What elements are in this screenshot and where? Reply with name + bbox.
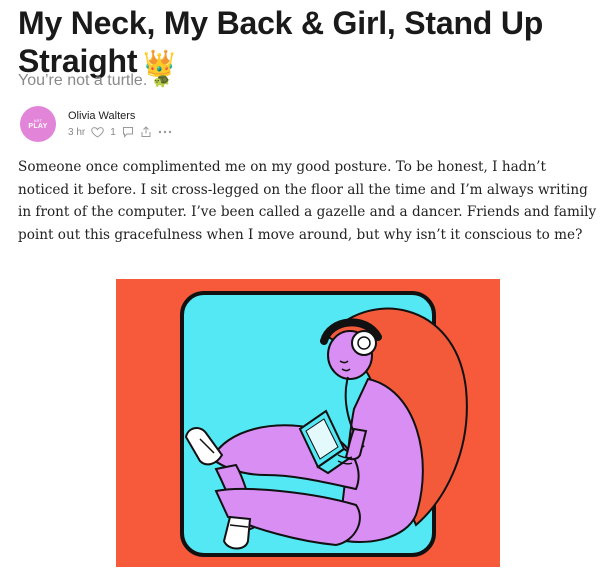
comment-icon	[122, 127, 133, 138]
turtle-emoji: 🐢	[153, 72, 171, 88]
heart-icon	[91, 126, 105, 138]
avatar-main-text: PLAY	[28, 122, 48, 130]
article-subtitle-text: You’re not a turtle.	[18, 72, 148, 89]
article-subtitle: You’re not a turtle. 🐢	[18, 72, 171, 90]
like-count: 1	[110, 126, 116, 138]
comment-button[interactable]	[122, 126, 134, 138]
article-illustration	[116, 279, 500, 567]
post-meta: 3 hr 1	[68, 126, 172, 138]
article-paragraph: Someone once complimented me on my good …	[18, 159, 597, 243]
share-icon	[141, 126, 151, 137]
article-title-text: My Neck, My Back & Girl, Stand Up Straig…	[18, 5, 544, 79]
share-button[interactable]	[140, 126, 152, 138]
like-button[interactable]	[91, 126, 105, 138]
author-name[interactable]: Olivia Walters	[68, 110, 135, 122]
more-button[interactable]	[158, 130, 172, 134]
woman-with-laptop-illustration	[116, 279, 500, 567]
article-title: My Neck, My Back & Girl, Stand Up Straig…	[18, 4, 608, 82]
more-icon	[158, 130, 171, 134]
author-avatar[interactable]: ART PLAY	[20, 106, 56, 142]
post-time: 3 hr	[68, 126, 86, 138]
